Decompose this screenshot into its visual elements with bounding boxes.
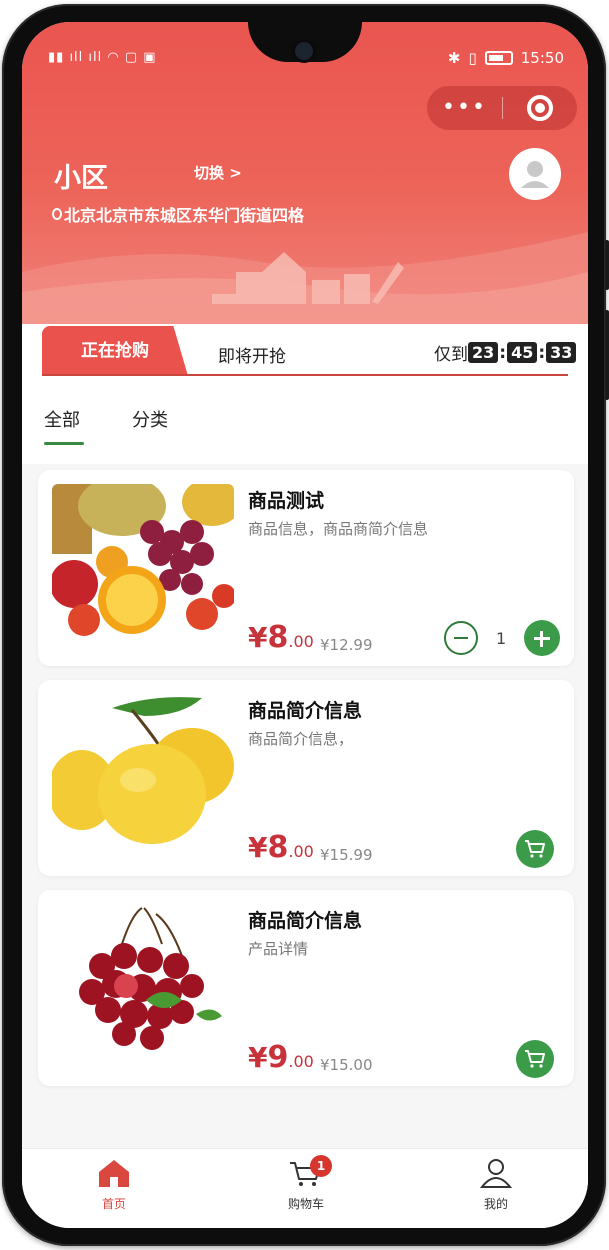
countdown-colon: : — [499, 342, 507, 363]
nav-cart[interactable]: 1 购物车 — [266, 1155, 346, 1212]
tab-upcoming[interactable]: 即将开抢 — [218, 342, 286, 367]
cart-icon — [525, 840, 545, 858]
price-decimal: .00 — [288, 632, 314, 651]
countdown-colon: : — [538, 342, 546, 363]
phone-frame: ▮▮ ıll ıll ◠ ▢ ▣ ✱ ▯ 15:50 ••• 小区 切换 > 北… — [2, 4, 609, 1246]
currency-symbol: ¥ — [248, 1041, 268, 1074]
product-name[interactable]: 商品简介信息 — [248, 696, 362, 723]
countdown-prefix: 仅到 — [434, 345, 468, 365]
more-dots-icon[interactable]: ••• — [427, 86, 502, 130]
product-description: 商品信息，商品商简介信息 — [248, 520, 429, 538]
original-price: ¥15.99 — [320, 846, 373, 864]
product-description: 产品详情 — [248, 940, 309, 958]
status-time: 15:50 — [520, 49, 564, 67]
original-price: ¥15.00 — [320, 1056, 373, 1074]
nav-mine-label: 我的 — [483, 1197, 508, 1211]
switch-community-link[interactable]: 切换 > — [194, 162, 242, 183]
product-card[interactable]: 商品测试 商品信息，商品商简介信息 ¥8.00 ¥12.99 1 — [38, 470, 574, 666]
countdown-seconds: 33 — [546, 342, 577, 363]
mini-program-capsule: ••• — [427, 86, 577, 130]
nav-home-label: 首页 — [101, 1197, 126, 1211]
product-price: ¥8.00 — [248, 830, 314, 865]
front-camera — [295, 42, 313, 60]
city-illustration — [22, 232, 588, 324]
increase-quantity-button[interactable] — [524, 620, 560, 656]
category-classify[interactable]: 分类 — [132, 406, 168, 432]
price-integer: 8 — [267, 620, 289, 655]
tab-on-sale[interactable]: 正在抢购 — [42, 326, 188, 376]
quantity-value: 1 — [496, 628, 507, 648]
cart-icon — [525, 1050, 545, 1068]
original-price: ¥12.99 — [320, 636, 373, 654]
status-right: ✱ ▯ 15:50 — [448, 49, 564, 67]
currency-symbol: ¥ — [248, 621, 268, 654]
address-text: 北京北京市东城区东华门街道四格 — [64, 206, 305, 225]
home-icon — [99, 1160, 129, 1187]
product-price: ¥8.00 — [248, 620, 314, 655]
countdown-minutes: 45 — [507, 342, 538, 363]
price-integer: 8 — [267, 830, 289, 865]
bottom-nav: 首页 1 购物车 我的 — [22, 1148, 588, 1228]
product-card[interactable]: 商品简介信息 商品简介信息， ¥8.00 ¥15.99 — [38, 680, 574, 876]
nav-mine[interactable]: 我的 — [456, 1157, 536, 1212]
product-image-lemons[interactable] — [52, 694, 234, 846]
nav-cart-label: 购物车 — [287, 1197, 324, 1211]
price-decimal: .00 — [288, 1052, 314, 1071]
product-name[interactable]: 商品测试 — [248, 486, 324, 513]
category-all[interactable]: 全部 — [44, 406, 80, 432]
product-description: 商品简介信息， — [248, 730, 354, 748]
countdown: 仅到 23 : 45 : 33 — [434, 340, 577, 365]
bluetooth-icon: ✱ — [447, 49, 461, 67]
address: 北京北京市东城区东华门街道四格 — [52, 202, 304, 226]
countdown-hours: 23 — [468, 342, 499, 363]
community-name: 小区 — [54, 163, 108, 194]
product-image-mixed-fruit[interactable] — [52, 484, 234, 636]
add-to-cart-button[interactable] — [516, 830, 554, 868]
vibrate-icon: ▯ — [468, 49, 477, 67]
avatar[interactable] — [509, 148, 561, 200]
user-icon — [479, 1159, 513, 1188]
product-card[interactable]: 商品简介信息 产品详情 ¥9.00 ¥15.00 — [38, 890, 574, 1086]
close-target-icon[interactable] — [503, 95, 577, 121]
price-decimal: .00 — [288, 842, 314, 861]
screen: ▮▮ ıll ıll ◠ ▢ ▣ ✱ ▯ 15:50 ••• 小区 切换 > 北… — [22, 22, 588, 1228]
cart-badge: 1 — [310, 1155, 332, 1177]
location-pin-icon — [52, 208, 62, 220]
header: ▮▮ ıll ıll ◠ ▢ ▣ ✱ ▯ 15:50 ••• 小区 切换 > 北… — [22, 22, 588, 324]
currency-symbol: ¥ — [248, 831, 268, 864]
volume-button — [605, 240, 609, 290]
battery-icon — [484, 51, 513, 65]
product-image-cherries[interactable] — [52, 904, 234, 1056]
category-underline — [44, 442, 84, 445]
tab-underline — [42, 374, 568, 376]
quantity-stepper: 1 — [444, 620, 560, 656]
nav-home[interactable]: 首页 — [74, 1157, 154, 1212]
decrease-quantity-button[interactable] — [444, 621, 478, 655]
category-bar — [22, 384, 588, 464]
status-signal-icons: ▮▮ ıll ıll ◠ ▢ ▣ — [48, 50, 157, 65]
product-name[interactable]: 商品简介信息 — [248, 906, 362, 933]
price-integer: 9 — [267, 1040, 289, 1075]
add-to-cart-button[interactable] — [516, 1040, 554, 1078]
product-price: ¥9.00 — [248, 1040, 314, 1075]
power-button — [605, 310, 609, 400]
